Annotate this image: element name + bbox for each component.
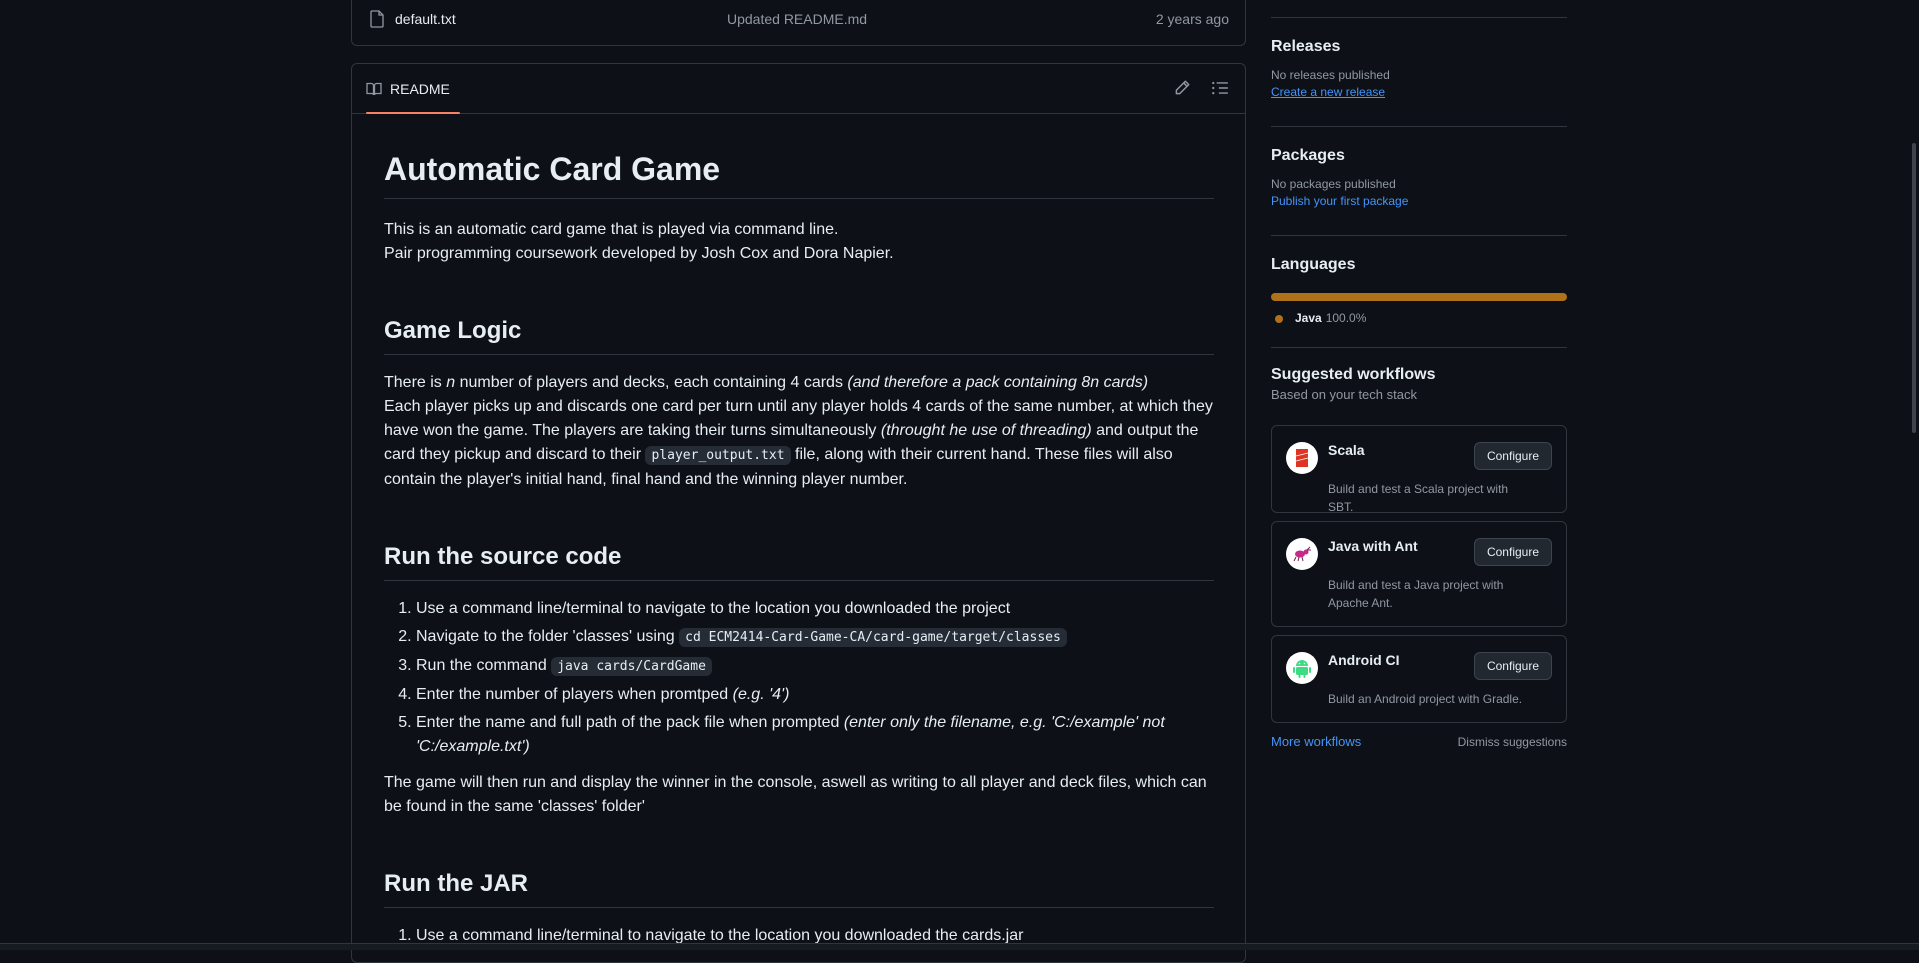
workflow-card-scala: Scala Build and test a Scala project wit… xyxy=(1271,425,1567,514)
logic-emphasis: (throught he use of threading) xyxy=(880,422,1092,439)
heading-run-source: Run the source code xyxy=(384,542,1214,581)
scrollbar-thumb[interactable] xyxy=(1912,143,1916,433)
page-scrollbar[interactable] xyxy=(1905,0,1919,949)
workflow-card-java-ant: Java with Ant Build and test a Java proj… xyxy=(1271,521,1567,627)
file-commit-time: 2 years ago xyxy=(1155,11,1229,27)
list-item: Enter the number of players when promtpe… xyxy=(416,683,1214,707)
pencil-icon[interactable] xyxy=(1173,79,1191,97)
logic-paragraph: There is n number of players and decks, … xyxy=(384,371,1214,492)
step-text: Use a command line/terminal to navigate … xyxy=(416,600,1011,617)
java-color-dot xyxy=(1275,314,1283,323)
step-emphasis: (e.g. '4') xyxy=(732,686,790,703)
workflows-heading: Suggested workflows xyxy=(1271,366,1436,383)
logic-emphasis: (and therefore a pack containing 8n card… xyxy=(847,374,1149,391)
packages-heading[interactable]: Packages xyxy=(1271,147,1567,165)
language-name: Java xyxy=(1295,311,1322,325)
inline-code: cd ECM2414-Card-Game-CA/card-game/target… xyxy=(679,628,1067,647)
configure-button[interactable]: Configure xyxy=(1473,442,1552,470)
readme-tab-label: README xyxy=(390,80,450,97)
readme-panel: README Automatic Card Game This is an au… xyxy=(351,63,1246,963)
languages-heading: Languages xyxy=(1271,256,1356,273)
source-steps-list: Use a command line/terminal to navigate … xyxy=(384,597,1214,759)
language-legend[interactable]: Java 100.0% xyxy=(1271,311,1567,325)
heading-run-jar: Run the JAR xyxy=(384,869,1214,908)
list-item: Use a command line/terminal to navigate … xyxy=(416,597,1214,621)
list-item: Navigate to the folder 'classes' using c… xyxy=(416,625,1214,650)
outline-list-icon[interactable] xyxy=(1211,79,1229,97)
workflow-name: Java with Ant xyxy=(1328,538,1418,554)
releases-heading[interactable]: Releases xyxy=(1271,38,1567,56)
readme-content: Automatic Card Game This is an automatic… xyxy=(384,113,1214,952)
heading-game-logic: Game Logic xyxy=(384,316,1214,355)
create-release-link[interactable]: Create a new release xyxy=(1271,85,1385,99)
configure-button[interactable]: Configure xyxy=(1473,652,1552,680)
divider xyxy=(1271,17,1567,18)
logic-text: number of players and decks, each contai… xyxy=(455,374,848,391)
workflows-subtitle: Based on your tech stack xyxy=(1271,387,1417,402)
inline-code: player_output.txt xyxy=(645,446,791,465)
workflows-section: Suggested workflows Based on your tech s… xyxy=(1271,366,1567,402)
file-name-link[interactable]: default.txt xyxy=(395,11,456,27)
step-text: Enter the name and full path of the pack… xyxy=(416,714,844,731)
releases-section: Releases No releases published Create a … xyxy=(1271,38,1567,99)
step-text: Use a command line/terminal to navigate … xyxy=(416,927,1024,944)
file-commit-message[interactable]: Updated README.md xyxy=(727,11,867,27)
intro-line-1: This is an automatic card game that is p… xyxy=(384,221,839,238)
inline-code: java cards/CardGame xyxy=(551,657,712,676)
workflow-description: Build and test a Java project with Apach… xyxy=(1328,578,1504,610)
ant-logo-icon xyxy=(1286,538,1318,570)
publish-package-link[interactable]: Publish your first package xyxy=(1271,194,1408,208)
divider xyxy=(1271,126,1567,127)
workflow-name: Scala xyxy=(1328,442,1365,458)
step-text: Enter the number of players when promtpe… xyxy=(416,686,733,703)
divider xyxy=(1271,347,1567,348)
releases-empty-text: No releases published xyxy=(1271,68,1390,82)
source-after-paragraph: The game will then run and display the w… xyxy=(384,774,1207,815)
more-workflows-link[interactable]: More workflows xyxy=(1271,734,1361,749)
readme-header: README xyxy=(352,64,1245,114)
logic-emphasis: n xyxy=(446,374,456,391)
file-icon xyxy=(370,10,384,28)
book-icon xyxy=(366,82,382,95)
readme-title: Automatic Card Game xyxy=(384,149,1214,199)
packages-empty-text: No packages published xyxy=(1271,177,1396,191)
dismiss-suggestions-link[interactable]: Dismiss suggestions xyxy=(1458,735,1567,749)
readme-tab[interactable]: README xyxy=(366,64,460,114)
intro-paragraph: This is an automatic card game that is p… xyxy=(384,218,1214,266)
languages-section: Languages xyxy=(1271,256,1567,274)
android-logo-icon xyxy=(1286,652,1318,684)
step-text: Run the command xyxy=(416,657,552,674)
step-text: Navigate to the folder 'classes' using xyxy=(416,628,680,645)
file-list-box: default.txt Updated README.md 2 years ag… xyxy=(351,0,1246,46)
list-item: Run the command java cards/CardGame xyxy=(416,654,1214,679)
workflow-description: Build an Android project with Gradle. xyxy=(1328,692,1523,706)
divider xyxy=(1271,235,1567,236)
workflow-description: Build and test a Scala project with SBT. xyxy=(1328,482,1509,514)
workflow-name: Android CI xyxy=(1328,652,1400,668)
workflow-card-android: Android CI Build an Android project with… xyxy=(1271,635,1567,723)
file-row[interactable]: default.txt Updated README.md 2 years ag… xyxy=(352,0,1245,38)
intro-line-2: Pair programming coursework developed by… xyxy=(384,245,894,262)
scala-logo-icon xyxy=(1286,442,1318,474)
list-item: Enter the name and full path of the pack… xyxy=(416,711,1214,759)
logic-text: There is xyxy=(384,374,447,391)
configure-button[interactable]: Configure xyxy=(1473,538,1552,566)
language-percent: 100.0% xyxy=(1325,311,1367,325)
language-bar-java xyxy=(1271,293,1567,301)
packages-section: Packages No packages published Publish y… xyxy=(1271,147,1567,208)
